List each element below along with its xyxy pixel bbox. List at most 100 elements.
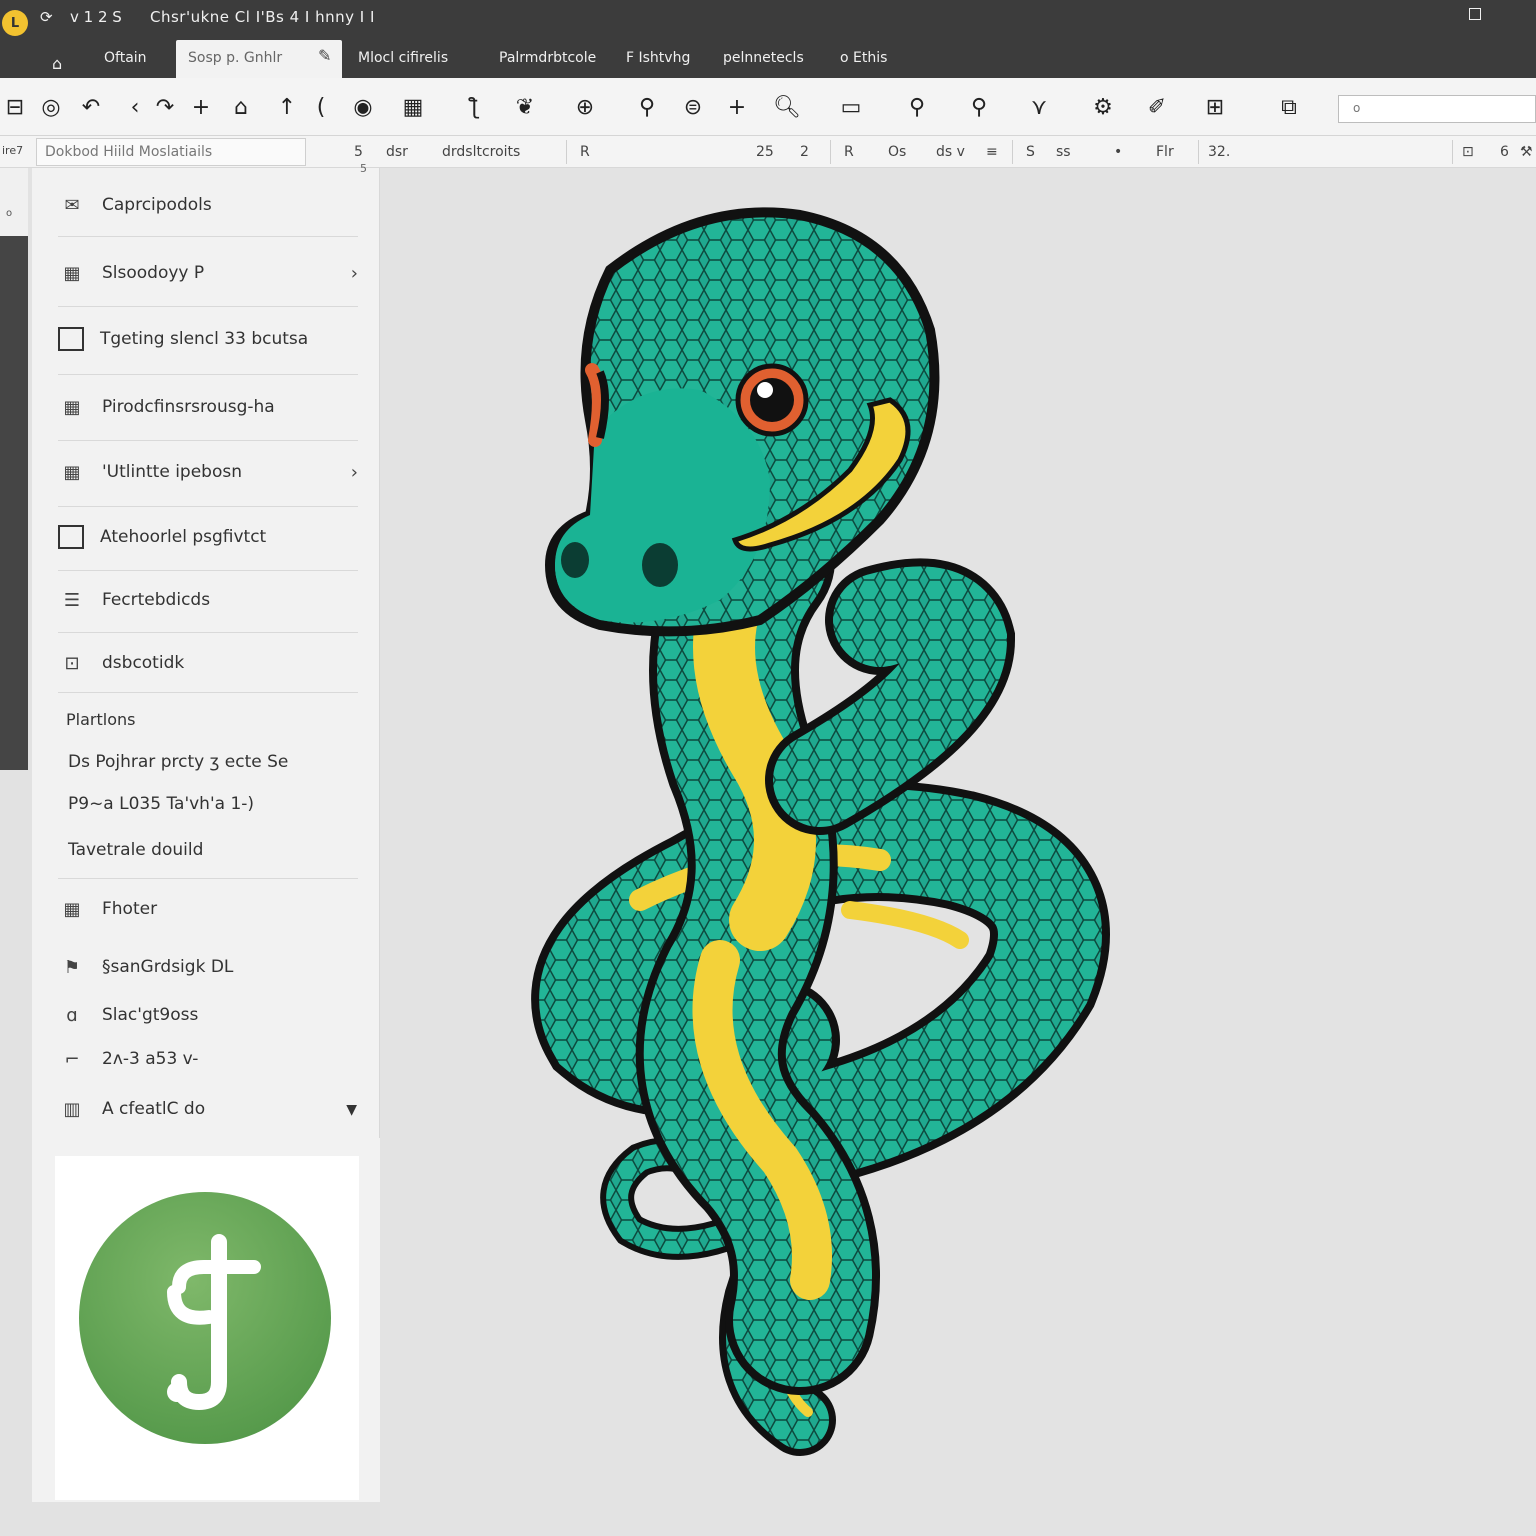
title-bar: L ⟳ ⅴ 1 2 S Chsr'ukne Cl I'Bs 4 I hnny I… [0,0,1536,36]
layers-icon[interactable]: ⊜ [678,92,708,122]
restore-window-icon[interactable] [1469,8,1481,20]
vector-icon[interactable]: ⋎ [1024,92,1054,122]
redo-icon[interactable]: ↷ [150,92,180,122]
panel-toggle-icon[interactable]: ⊡ [1462,144,1474,160]
cursor-icon[interactable]: ↑ [272,92,302,122]
ruler-i[interactable]: • [1114,144,1122,160]
zoom-icon[interactable]: ⊕ [570,92,600,122]
tool-icon[interactable]: ⚒ [1520,144,1533,160]
add-icon[interactable]: + [186,92,216,122]
paint-icon[interactable]: ❦ [510,92,540,122]
pin-icon[interactable]: ⚲ [632,92,662,122]
style-a[interactable]: dsr [386,144,408,160]
ruler-j[interactable]: Flr [1156,144,1174,160]
eye-icon[interactable]: ◉ [348,92,378,122]
panel-lower-item-2[interactable]: ɑ Slac'gt9oss [58,990,358,1040]
logo-glyph-icon [167,1234,261,1411]
font-size-field[interactable]: 5 [354,144,363,160]
panel-item-label: 2ʌ-3 a53 v- [102,1049,199,1069]
panel-item-7[interactable]: ⊡ dsbcotidk [58,638,358,688]
style-b[interactable]: drdsltcroits [442,144,520,160]
save-icon[interactable]: ⊟ [0,92,30,122]
panel-item-label: 'Utlintte ipebosn [102,462,242,482]
magnify-icon[interactable]: ⚲ [902,92,932,122]
window-icon[interactable]: ⊞ [1200,92,1230,122]
format-right-a[interactable]: 6 [1500,144,1509,160]
panel-item-1[interactable]: ▦ Slsoodoyy P › [58,248,358,298]
settings-icon[interactable]: ⚙ [1088,92,1118,122]
ribbon-tab-bar: ⌂ Oftain Sosp p. Gnhlr ✎ Mlocl cifirelis… [0,36,1536,78]
snake-illustration[interactable] [380,168,1536,1536]
refresh-icon[interactable]: ◎ [36,92,66,122]
back-icon[interactable]: ‹ [120,92,150,122]
tab-0[interactable]: Oftain [104,50,147,66]
plain-line-2[interactable]: Tavetrale douild [68,840,203,860]
align-icon[interactable]: ≡ [986,144,998,160]
panel-item-4[interactable]: ▦ 'Utlintte ipebosn › [58,447,358,497]
paren-icon[interactable]: ( [306,92,336,122]
chevron-down-icon[interactable]: ▼ [346,1102,357,1118]
plain-line-0[interactable]: Ds Pojhrar prcty ʒ ecte Se [68,752,288,772]
calendar-icon: ▦ [63,461,81,483]
panel-item-label: dsbcotidk [102,653,185,673]
panel-item-3[interactable]: ▦ Pirodcfinsrsrousg-ha [58,382,358,432]
panel-item-label: Atehoorlel psgfivtct [100,527,267,547]
panel-item-label: Pirodcfinsrsrousg-ha [102,397,275,417]
ruler-b[interactable]: 25 [756,144,774,160]
app-logo [79,1192,331,1444]
checkbox-icon[interactable] [58,327,84,351]
ruler-k[interactable]: 32. [1208,144,1230,160]
mail-icon: ✉ [64,194,80,216]
frame-icon[interactable]: ▭ [836,92,866,122]
panel-item-label: Slac'gt9oss [102,1005,199,1025]
logo-card [55,1156,359,1500]
panel-item-label: A cfeatlC do [102,1099,206,1119]
tab-4[interactable]: F Ishtvhg [626,50,690,66]
brush-icon[interactable]: ✐ [1142,92,1172,122]
panel-lower-item-4[interactable]: ▥ A cfeatlC do [58,1084,358,1134]
ruler-h[interactable]: ss [1056,144,1071,160]
panel-item-2[interactable]: Tgeting slencl 33 bcutsa [58,314,358,364]
tab-close-icon[interactable]: ✎ [318,46,331,65]
panel-item-label: Caprcipodols [102,195,212,215]
tab-3[interactable]: Palrmdrbtcole [499,50,596,66]
lens-icon[interactable]: ⚲ [964,92,994,122]
app-icon[interactable]: L [2,10,28,36]
plus-icon[interactable]: + [722,92,752,122]
grid-icon[interactable]: ▦ [398,92,428,122]
panel-lower-item-1[interactable]: ⚑ §sanGrdsigk DL [58,942,358,992]
ruler-g[interactable]: S [1026,144,1035,160]
ruler-d[interactable]: R [844,144,854,160]
calendar-icon: ▦ [63,262,81,284]
link-icon: ⌐ [64,1048,80,1070]
list-icon: ☰ [63,589,81,611]
quick-access-label[interactable]: ⅴ 1 2 S [70,8,122,26]
search-icon[interactable]: 🔍︎ [772,92,802,122]
font-family-dropdown[interactable]: Dokbod Hiild Moslatiails [36,138,306,166]
ruler-c[interactable]: 2 [800,144,809,160]
ruler-f[interactable]: ds v [936,144,965,160]
tab-5[interactable]: pelnnetecls [723,50,804,66]
undo-icon[interactable]: ↶ [76,92,106,122]
toolbar: ⊟ ◎ ↶ ‹ ↷ + ⌂ ↑ ( ◉ ▦ ƪ ❦ ⊕ ⚲ ⊜ + 🔍︎ ▭ ⚲… [0,78,1536,136]
panel-lower-item-0[interactable]: ▦ Fhoter [58,884,358,934]
chevron-right-icon: › [350,461,358,483]
tab-2[interactable]: Mlocl cifirelis [358,50,448,66]
panel-item-5[interactable]: Atehoorlel psgfivtct [58,512,358,562]
quick-access-refresh-icon[interactable]: ⟳ [40,8,53,26]
panel-item-6[interactable]: ☰ Fecrtebdicds [58,575,358,625]
panel-item-0[interactable]: ✉ Caprcipodols [58,180,358,230]
ruler-e[interactable]: Os [888,144,906,160]
plain-line-1[interactable]: P9~a L035 Ta'vh'a 1-) [68,794,254,814]
panel-lower-item-3[interactable]: ⌐ 2ʌ-3 a53 v- [58,1034,358,1084]
canvas-area[interactable] [380,168,1536,1536]
checkbox-icon[interactable] [58,525,84,549]
crop-icon[interactable]: ⌂ [226,92,256,122]
toolbar-search-input[interactable]: o [1338,95,1536,123]
stack-icon[interactable]: ⧉ [1274,92,1304,122]
panel-item-label: §sanGrdsigk DL [102,957,234,977]
tab-6[interactable]: o Ethis [840,50,887,66]
home-icon[interactable]: ⌂ [52,54,62,73]
ruler-a[interactable]: R [580,144,590,160]
text-icon[interactable]: ƪ [460,92,490,122]
